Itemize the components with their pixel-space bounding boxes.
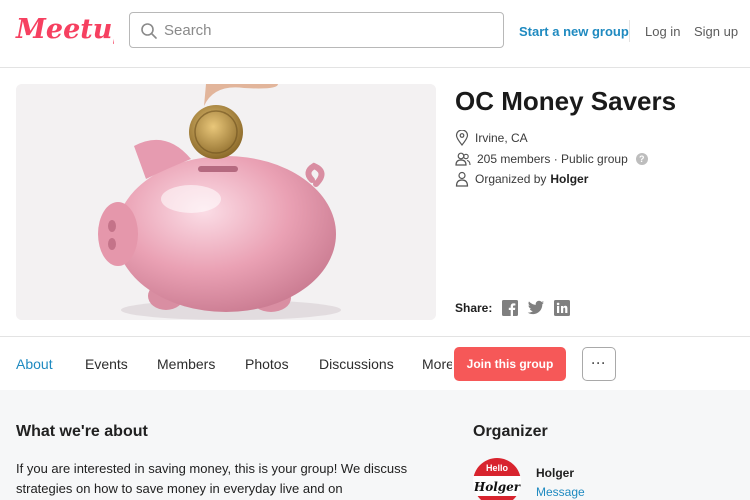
person-icon	[455, 171, 469, 187]
twitter-icon[interactable]	[527, 300, 545, 316]
start-new-group-link[interactable]: Start a new group	[519, 24, 629, 39]
location-pin-icon	[455, 130, 469, 146]
about-heading: What we're about	[16, 423, 148, 440]
login-link[interactable]: Log in	[645, 24, 680, 39]
group-organizer-row: Organized by Holger	[455, 170, 588, 188]
piggy-bank-image	[16, 84, 436, 320]
search-input[interactable]	[164, 13, 494, 47]
hello-name-badge-image: Hello Holger	[473, 458, 521, 500]
help-icon[interactable]: ?	[635, 153, 648, 165]
tab-more[interactable]: More	[422, 356, 452, 372]
badge-name-text: Holger	[473, 480, 521, 494]
tab-about[interactable]: About	[16, 356, 53, 372]
group-members-count[interactable]: 205 members · Public group	[477, 152, 628, 166]
facebook-icon[interactable]	[502, 300, 519, 316]
share-label: Share:	[455, 301, 493, 315]
more-options-button[interactable]: ···	[582, 347, 616, 381]
search-icon	[141, 23, 157, 39]
more-options-icon: ···	[591, 356, 607, 370]
group-name: OC Money Savers	[455, 86, 677, 116]
meetup-logo[interactable]: Meetup	[14, 11, 114, 51]
organizer-name-link[interactable]: Holger	[550, 172, 588, 186]
organizer-name[interactable]: Holger	[536, 466, 574, 480]
site-header: Meetup Start a new group Log in Sign up	[0, 0, 750, 68]
tab-events[interactable]: Events	[85, 356, 128, 372]
join-group-button[interactable]: Join this group	[454, 347, 566, 381]
tab-discussions[interactable]: Discussions	[319, 356, 394, 372]
logo-text: Meetup	[15, 14, 114, 45]
share-row: Share:	[455, 300, 579, 316]
search-box[interactable]	[129, 12, 504, 48]
group-content: What we're about If you are interested i…	[0, 390, 750, 500]
tab-members[interactable]: Members	[157, 356, 215, 372]
organizer-avatar[interactable]: Hello Holger	[473, 458, 521, 500]
header-divider	[629, 20, 630, 42]
badge-hello-text: Hello	[486, 463, 509, 473]
group-members-row: 205 members · Public group ?	[455, 150, 648, 168]
tab-photos[interactable]: Photos	[245, 356, 289, 372]
signup-link[interactable]: Sign up	[694, 24, 738, 39]
linkedin-icon[interactable]	[554, 300, 571, 316]
organized-by-label: Organized by	[475, 172, 547, 186]
group-location-row: Irvine, CA	[455, 129, 528, 147]
group-tab-bar: About Events Members Photos Discussions …	[0, 336, 750, 390]
group-location[interactable]: Irvine, CA	[475, 131, 528, 145]
organizer-heading: Organizer	[473, 423, 548, 440]
group-photo	[16, 84, 436, 320]
about-description: If you are interested in saving money, t…	[16, 461, 408, 496]
message-organizer-link[interactable]: Message	[536, 485, 585, 499]
members-icon	[455, 152, 471, 166]
